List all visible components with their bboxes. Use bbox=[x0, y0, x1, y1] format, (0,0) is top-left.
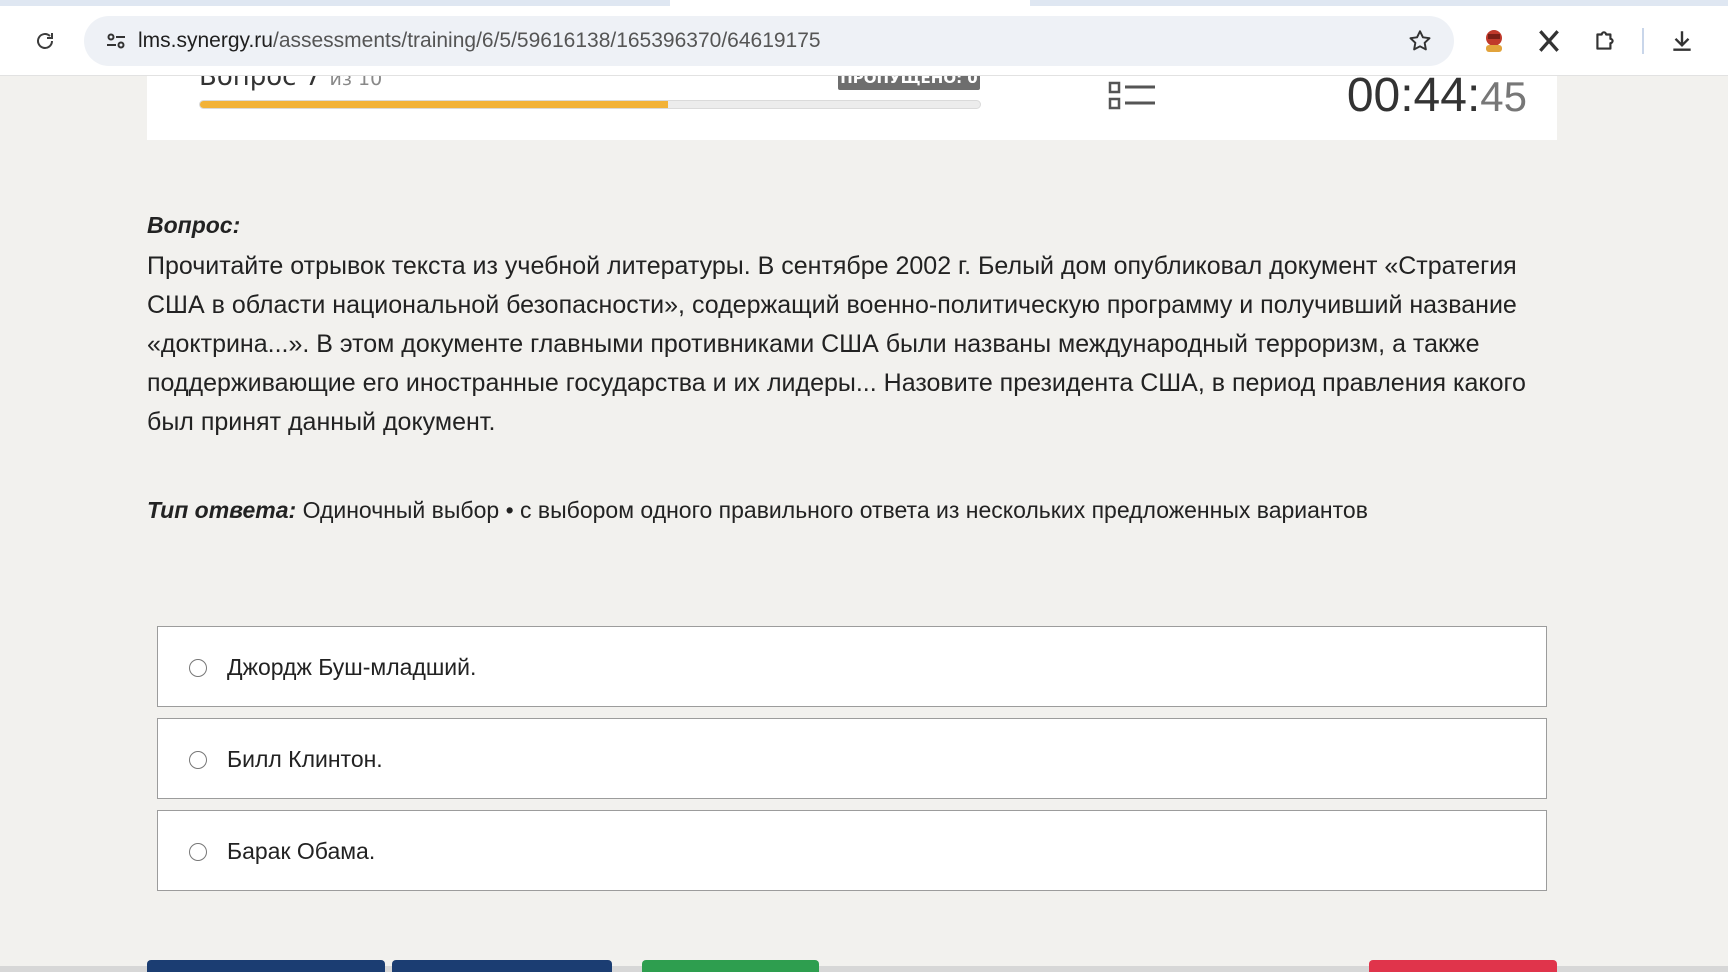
address-bar[interactable]: lms.synergy.ru/assessments/training/6/5/… bbox=[84, 16, 1454, 66]
list-icon bbox=[1108, 81, 1155, 110]
nav-button-1[interactable] bbox=[147, 960, 385, 972]
download-icon[interactable] bbox=[1662, 21, 1702, 61]
bookmark-star-icon[interactable] bbox=[1400, 21, 1440, 61]
radio-button[interactable] bbox=[189, 843, 207, 861]
radio-button[interactable] bbox=[189, 659, 207, 677]
nav-button-4[interactable] bbox=[1369, 960, 1557, 972]
puzzle-icon[interactable] bbox=[1585, 21, 1625, 61]
progress-bar bbox=[199, 100, 981, 109]
url-path: /assessments/training/6/5/59616138/16539… bbox=[272, 29, 821, 52]
browser-toolbar: lms.synergy.ru/assessments/training/6/5/… bbox=[0, 6, 1728, 76]
url-text: lms.synergy.ru/assessments/training/6/5/… bbox=[138, 29, 821, 53]
skipped-badge: ПРОПУЩЕНО: 0 bbox=[838, 76, 980, 90]
timer-seconds: 45 bbox=[1480, 76, 1527, 120]
profile-icon[interactable] bbox=[1474, 21, 1514, 61]
answer-option-text: Билл Клинтон. bbox=[227, 746, 383, 772]
timer-main: 00:44: bbox=[1346, 76, 1481, 122]
question-number: Вопрос 7 bbox=[199, 76, 322, 92]
extension-icon[interactable] bbox=[1529, 21, 1569, 61]
answer-option-2[interactable]: Билл Клинтон. bbox=[157, 718, 1547, 799]
question-label: Вопрос: bbox=[147, 212, 241, 238]
answer-option-text: Джордж Буш-младший. bbox=[227, 654, 477, 680]
answer-option-3[interactable]: Барак Обама. bbox=[157, 810, 1547, 891]
timer: 00:44:45 bbox=[1347, 76, 1527, 123]
progress-fill bbox=[200, 101, 668, 108]
test-header: Вопрос 7 из 10 ПРОПУЩЕНО: 0 00:44:45 bbox=[147, 76, 1557, 140]
question-total: из 10 bbox=[329, 76, 383, 90]
toolbar-divider bbox=[1642, 28, 1644, 54]
url-host: lms.synergy.ru bbox=[138, 29, 273, 52]
question-text: Прочитайте отрывок текста из учебной лит… bbox=[147, 252, 1526, 436]
nav-button-2[interactable] bbox=[392, 960, 612, 972]
answer-option-text: Барак Обама. bbox=[227, 838, 376, 864]
answer-type-value: Одиночный выбор • с выбором одного прави… bbox=[296, 497, 1368, 523]
answer-type-label: Тип ответа: bbox=[147, 497, 297, 523]
question-list-button[interactable] bbox=[1107, 76, 1167, 120]
answer-option-1[interactable]: Джордж Буш-младший. bbox=[157, 626, 1547, 707]
nav-button-3[interactable] bbox=[642, 960, 819, 972]
reload-icon[interactable] bbox=[25, 21, 65, 61]
answer-type: Тип ответа: Одиночный выбор • с выбором … bbox=[147, 497, 1567, 524]
site-settings-icon[interactable] bbox=[96, 21, 136, 61]
question-counter: Вопрос 7 из 10 bbox=[199, 76, 382, 92]
radio-button[interactable] bbox=[189, 751, 207, 769]
